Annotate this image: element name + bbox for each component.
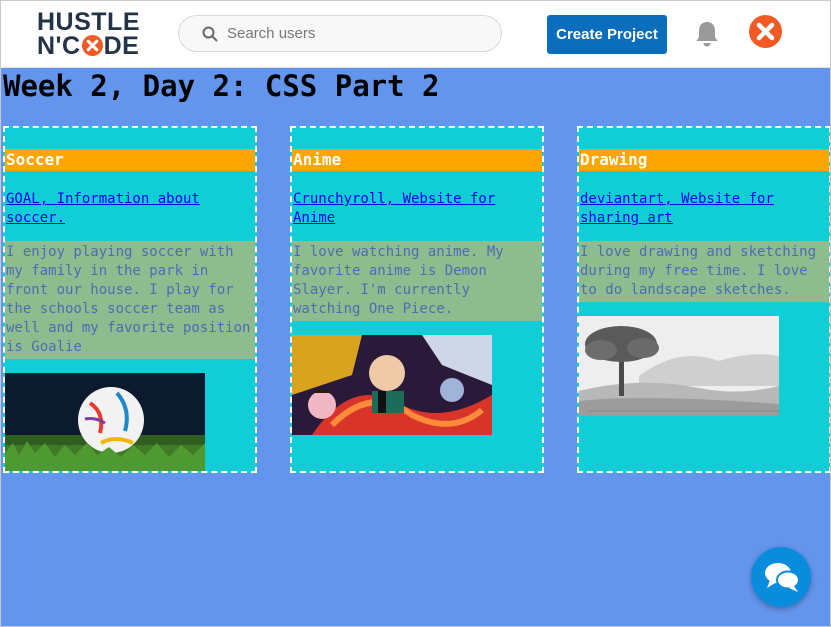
card-anime: Anime Crunchyroll, Website for Anime I l… <box>290 126 544 473</box>
logo-line-1: HUSTLE <box>37 8 140 36</box>
soccer-ball-image <box>5 373 205 471</box>
avatar-x-icon <box>756 22 775 41</box>
page-title: Week 2, Day 2: CSS Part 2 <box>3 69 440 103</box>
card-link[interactable]: deviantart, Website for sharing art <box>580 190 825 228</box>
chat-icon <box>765 563 800 592</box>
search-icon <box>202 26 218 42</box>
card-description: I love drawing and sketching during my f… <box>579 241 829 302</box>
card-drawing: Drawing deviantart, Website for sharing … <box>577 126 830 473</box>
logo-line-2: N'C DE <box>37 32 140 60</box>
card-title: Anime <box>292 149 542 171</box>
anime-image <box>292 335 492 435</box>
card-soccer: Soccer GOAL, Information about soccer. I… <box>3 126 257 473</box>
landscape-sketch-image <box>579 316 779 416</box>
browser-viewport: HUSTLE N'C DE Create Project Week 2, Day … <box>0 0 831 627</box>
search-bar[interactable] <box>178 15 502 52</box>
card-description: I love watching anime. My favorite anime… <box>292 241 542 321</box>
logo-x-icon <box>81 35 103 56</box>
card-title: Drawing <box>579 149 829 171</box>
bell-icon[interactable] <box>692 19 722 49</box>
logo-text-b: DE <box>103 32 140 60</box>
card-link[interactable]: Crunchyroll, Website for Anime <box>293 190 538 228</box>
card-description: I enjoy playing soccer with my family in… <box>5 241 255 359</box>
card-title: Soccer <box>5 149 255 171</box>
avatar-icon[interactable] <box>749 15 782 48</box>
logo-text-a: N'C <box>37 32 81 60</box>
top-navbar: HUSTLE N'C DE Create Project <box>1 1 830 68</box>
chat-button[interactable] <box>751 547 811 607</box>
card-link[interactable]: GOAL, Information about soccer. <box>6 190 251 228</box>
create-project-button[interactable]: Create Project <box>547 15 667 54</box>
hustle-ncode-logo[interactable]: HUSTLE N'C DE <box>37 8 140 60</box>
search-input[interactable] <box>227 16 487 51</box>
